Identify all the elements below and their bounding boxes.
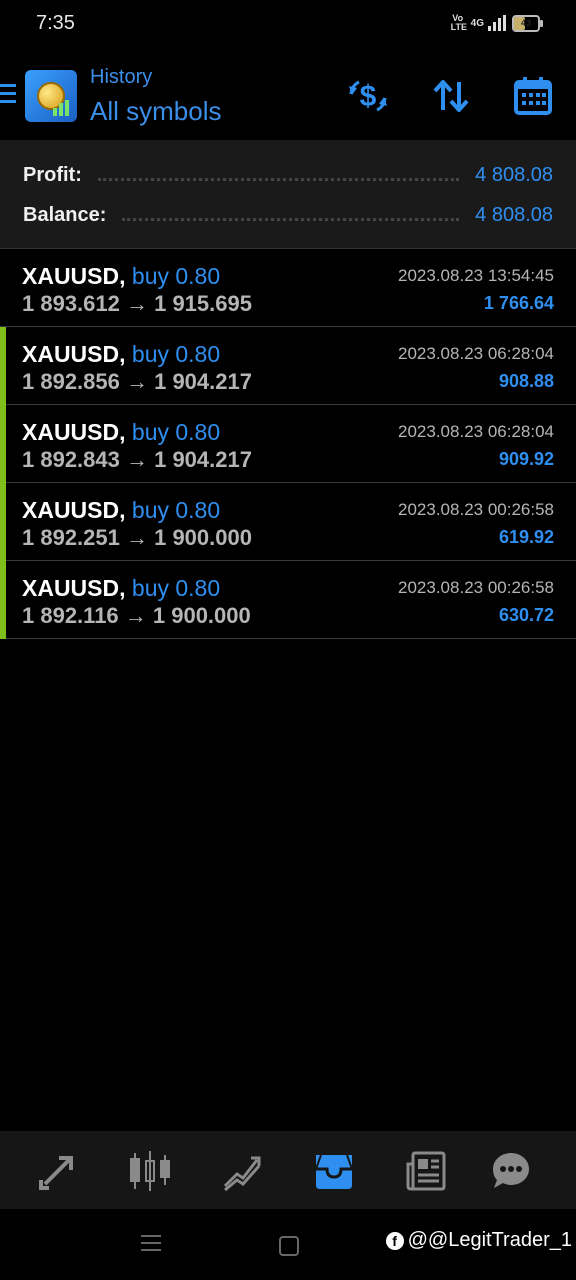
calendar-icon: [514, 77, 552, 115]
dot-leader: [97, 177, 460, 181]
deal-row[interactable]: XAUUSD, buy 0.80 1 892.843 → 1 904.217 202…: [0, 405, 576, 483]
status-icons: Vo LTE 4G 43: [450, 13, 543, 32]
deal-side: buy 0.80: [131, 419, 221, 445]
symbol-name: XAUUSD,: [22, 263, 126, 289]
deal-symbol: XAUUSD, buy 0.80: [22, 575, 220, 602]
recent-apps-button[interactable]: [141, 1235, 161, 1256]
home-button[interactable]: [279, 1236, 299, 1256]
symbol-name: XAUUSD,: [22, 419, 126, 445]
battery-level: 43: [520, 17, 531, 28]
deal-time: 2023.08.23 13:54:45: [398, 266, 554, 285]
profit-indicator-bar: [0, 327, 6, 405]
status-bar: 7:35 Vo LTE 4G 43: [0, 0, 576, 52]
watermark: f @@LegitTrader_1: [385, 1229, 572, 1252]
symbol-name: XAUUSD,: [22, 575, 126, 601]
battery-icon: 43: [512, 14, 543, 32]
profit-row: Profit: 4 808.08: [23, 160, 553, 190]
bottom-nav: [0, 1131, 576, 1209]
calendar-button[interactable]: [511, 74, 555, 118]
history-icon: [315, 1154, 353, 1189]
currency-exchange-button[interactable]: $: [346, 74, 390, 118]
menu-icon[interactable]: [0, 84, 16, 106]
deal-symbol: XAUUSD, buy 0.80: [22, 263, 220, 290]
deal-symbol: XAUUSD, buy 0.80: [22, 497, 220, 524]
symbol-name: XAUUSD,: [22, 341, 126, 367]
profit-value: 4 808.08: [475, 163, 553, 186]
nav-trade[interactable]: [220, 1149, 264, 1193]
quotes-icon: [39, 1156, 73, 1190]
deal-side: buy 0.80: [131, 263, 221, 289]
network-type: 4G: [470, 17, 484, 29]
deal-time: 2023.08.23 00:26:58: [398, 500, 554, 519]
deal-time: 2023.08.23 06:28:04: [398, 422, 554, 441]
profit-indicator-bar: [0, 561, 6, 639]
profit-indicator-bar: [0, 405, 6, 483]
deal-side: buy 0.80: [131, 497, 221, 523]
deal-prices: 1 892.116 → 1 900.000: [22, 603, 251, 628]
deal-row[interactable]: XAUUSD, buy 0.80 1 892.856 → 1 904.217 202…: [0, 327, 576, 405]
status-time: 7:35: [36, 12, 75, 34]
profit-indicator-bar: [0, 483, 6, 561]
symbol-filter[interactable]: All symbols: [90, 96, 221, 127]
watermark-text: @@LegitTrader_1: [407, 1229, 572, 1251]
symbol-name: XAUUSD,: [22, 497, 126, 523]
deal-row[interactable]: XAUUSD, buy 0.80 1 893.612 → 1 915.695 202…: [0, 249, 576, 327]
nav-quotes[interactable]: [36, 1149, 80, 1193]
deal-row[interactable]: XAUUSD, buy 0.80 1 892.116 → 1 900.000 202…: [0, 561, 576, 639]
deal-side: buy 0.80: [131, 341, 221, 367]
account-summary: Profit: 4 808.08 Balance: 4 808.08: [0, 140, 576, 249]
profit-label: Profit:: [23, 163, 82, 186]
nav-chart[interactable]: [128, 1149, 172, 1193]
deal-prices: 1 892.251 → 1 900.000: [22, 525, 252, 550]
volte-indicator: Vo LTE: [450, 13, 467, 32]
news-icon: [406, 1151, 446, 1191]
svg-text:$: $: [360, 80, 377, 113]
app-logo[interactable]: [25, 70, 77, 122]
balance-row: Balance: 4 808.08: [23, 200, 553, 230]
deal-profit: 908.88: [498, 371, 554, 391]
deal-profit: 1 766.64: [483, 293, 554, 313]
deal-profit: 630.72: [498, 605, 554, 625]
balance-value: 4 808.08: [475, 203, 553, 226]
sort-button[interactable]: [429, 74, 473, 118]
deal-symbol: XAUUSD, buy 0.80: [22, 419, 220, 446]
deal-prices: 1 892.856 → 1 904.217: [22, 369, 252, 394]
deal-prices: 1 892.843 → 1 904.217: [22, 447, 252, 472]
trade-icon: [223, 1156, 261, 1192]
currency-exchange-icon: $: [349, 80, 387, 113]
deal-time: 2023.08.23 00:26:58: [398, 578, 554, 597]
system-nav-bar: f @@LegitTrader_1: [0, 1209, 576, 1280]
chart-icon: [130, 1151, 170, 1191]
nav-news[interactable]: [404, 1149, 448, 1193]
deal-profit: 909.92: [498, 449, 554, 469]
balance-label: Balance:: [23, 203, 107, 226]
page-title: History: [90, 66, 153, 88]
sort-icon: [433, 80, 469, 112]
deal-time: 2023.08.23 06:28:04: [398, 344, 554, 363]
deals-list: XAUUSD, buy 0.80 1 893.612 → 1 915.695 202…: [0, 249, 576, 639]
deal-profit: 619.92: [498, 527, 554, 547]
deal-side: buy 0.80: [131, 575, 221, 601]
nav-history[interactable]: [312, 1149, 356, 1193]
chat-icon: [493, 1153, 529, 1188]
dot-leader: [122, 217, 460, 221]
deal-row[interactable]: XAUUSD, buy 0.80 1 892.251 → 1 900.000 202…: [0, 483, 576, 561]
deal-symbol: XAUUSD, buy 0.80: [22, 341, 220, 368]
nav-chat[interactable]: [489, 1149, 533, 1193]
signal-icon: [488, 15, 506, 31]
app-header: History All symbols $: [0, 52, 576, 140]
facebook-icon: f: [385, 1231, 404, 1250]
deal-prices: 1 893.612 → 1 915.695: [22, 291, 252, 316]
